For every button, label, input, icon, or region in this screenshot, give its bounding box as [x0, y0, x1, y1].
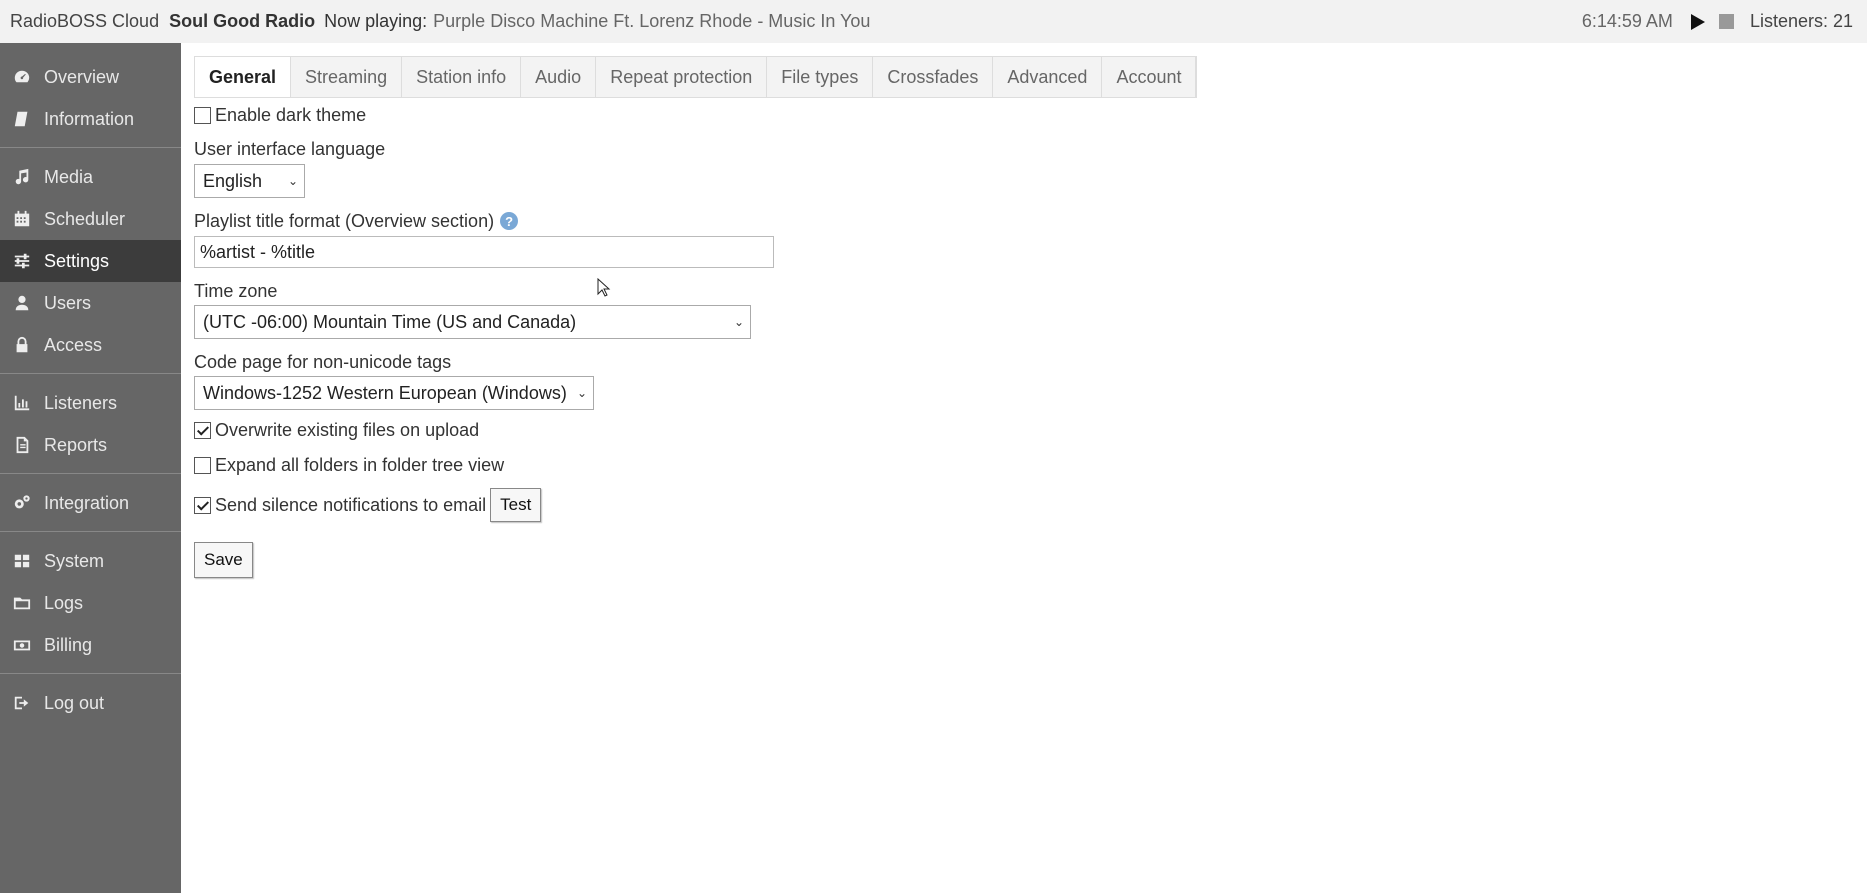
- language-value: English: [203, 170, 263, 191]
- sidebar-item-label: Reports: [44, 434, 108, 455]
- playlist-format-label-row: Playlist title format (Overview section)…: [194, 208, 1197, 234]
- sidebar-divider: [0, 373, 181, 374]
- timezone-select[interactable]: (UTC -06:00) Mountain Time (US and Canad…: [194, 305, 751, 339]
- mouse-cursor-icon: [597, 278, 611, 297]
- sidebar-item-settings[interactable]: Settings: [0, 240, 181, 282]
- sidebar-item-label: Media: [44, 166, 94, 187]
- tab-audio[interactable]: Audio: [521, 57, 597, 97]
- music-note-icon: [0, 168, 44, 186]
- sidebar-item-label: Logs: [44, 592, 84, 613]
- codepage-label: Code page for non-unicode tags: [194, 351, 452, 372]
- chevron-down-icon: ⌄: [733, 315, 744, 329]
- user-icon: [0, 294, 44, 312]
- test-button[interactable]: Test: [490, 488, 542, 522]
- sidebar: Overview Information Media Scheduler Set…: [0, 43, 181, 893]
- sidebar-item-label: Overview: [44, 66, 120, 87]
- sidebar-item-users[interactable]: Users: [0, 282, 181, 324]
- gears-icon: [0, 494, 44, 512]
- codepage-select[interactable]: Windows-1252 Western European (Windows) …: [194, 376, 594, 410]
- play-icon[interactable]: [1690, 13, 1705, 30]
- grid-icon: [0, 552, 44, 570]
- sidebar-item-label: Information: [44, 108, 135, 129]
- dark-theme-row: Enable dark theme: [194, 101, 1197, 129]
- language-select[interactable]: English ⌄: [194, 164, 305, 198]
- tab-general[interactable]: General: [195, 57, 292, 97]
- sign-out-icon: [0, 694, 44, 712]
- tab-repeat-protection[interactable]: Repeat protection: [596, 57, 768, 97]
- sidebar-item-scheduler[interactable]: Scheduler: [0, 198, 181, 240]
- expand-folders-checkbox[interactable]: [194, 456, 211, 474]
- calendar-icon: [0, 210, 44, 228]
- silence-row: Send silence notifications to email Test: [194, 488, 1197, 522]
- tab-file-types[interactable]: File types: [767, 57, 874, 97]
- sidebar-item-listeners[interactable]: Listeners: [0, 382, 181, 424]
- silence-checkbox[interactable]: [194, 496, 211, 514]
- clock: 6:14:59 AM: [1581, 11, 1673, 31]
- silence-label: Send silence notifications to email: [215, 494, 487, 515]
- tab-streaming[interactable]: Streaming: [291, 57, 403, 97]
- timezone-label: Time zone: [194, 280, 278, 301]
- sidebar-item-label: Log out: [44, 692, 105, 713]
- tab-advanced[interactable]: Advanced: [993, 57, 1103, 97]
- sidebar-item-access[interactable]: Access: [0, 324, 181, 366]
- playlist-format-input[interactable]: %artist - %title: [194, 236, 774, 268]
- sidebar-divider: [0, 473, 181, 474]
- sidebar-item-logout[interactable]: Log out: [0, 682, 181, 724]
- help-icon[interactable]: ?: [500, 212, 519, 230]
- sidebar-item-overview[interactable]: Overview: [0, 56, 181, 98]
- sidebar-item-label: Billing: [44, 634, 93, 655]
- expand-row: Expand all folders in folder tree view: [194, 451, 1197, 479]
- app-brand: RadioBOSS Cloud: [10, 11, 160, 31]
- sidebar-item-label: Access: [44, 334, 103, 355]
- top-bar: RadioBOSS Cloud Soul Good Radio Now play…: [0, 0, 1867, 43]
- sidebar-divider: [0, 673, 181, 674]
- sliders-icon: [0, 252, 44, 270]
- sidebar-item-label: System: [44, 550, 105, 571]
- now-playing-track: Purple Disco Machine Ft. Lorenz Rhode - …: [433, 11, 871, 31]
- book-icon: [0, 110, 44, 128]
- money-icon: [0, 636, 44, 654]
- chevron-down-icon: ⌄: [576, 386, 587, 400]
- tab-crossfades[interactable]: Crossfades: [873, 57, 994, 97]
- tab-station-info[interactable]: Station info: [402, 57, 522, 97]
- codepage-value: Windows-1252 Western European (Windows): [203, 382, 567, 403]
- listeners-count: Listeners: 21: [1749, 11, 1853, 31]
- tab-account[interactable]: Account: [1102, 57, 1197, 97]
- dark-theme-label: Enable dark theme: [215, 104, 367, 125]
- sidebar-item-media[interactable]: Media: [0, 156, 181, 198]
- bar-chart-icon: [0, 394, 44, 412]
- sidebar-item-system[interactable]: System: [0, 540, 181, 582]
- sidebar-item-label: Users: [44, 292, 92, 313]
- sidebar-divider: [0, 147, 181, 148]
- language-label: User interface language: [194, 138, 386, 159]
- sidebar-item-logs[interactable]: Logs: [0, 582, 181, 624]
- station-name: Soul Good Radio: [169, 11, 316, 31]
- sidebar-item-label: Listeners: [44, 392, 118, 413]
- timezone-value: (UTC -06:00) Mountain Time (US and Canad…: [203, 311, 577, 332]
- report-icon: [0, 436, 44, 454]
- stop-icon[interactable]: [1718, 14, 1734, 29]
- expand-folders-label: Expand all folders in folder tree view: [215, 454, 505, 475]
- sidebar-item-label: Scheduler: [44, 208, 126, 229]
- dark-theme-checkbox[interactable]: [194, 106, 211, 124]
- settings-content: General Streaming Station info Audio Rep…: [194, 56, 1198, 578]
- overwrite-row: Overwrite existing files on upload: [194, 416, 1197, 444]
- overwrite-label: Overwrite existing files on upload: [215, 419, 480, 440]
- sidebar-item-label: Settings: [44, 250, 110, 271]
- lock-icon: [0, 336, 44, 354]
- playlist-format-label: Playlist title format (Overview section): [194, 210, 495, 231]
- sidebar-item-label: Integration: [44, 492, 130, 513]
- settings-tabs: General Streaming Station info Audio Rep…: [194, 56, 1198, 98]
- save-button[interactable]: Save: [194, 542, 253, 578]
- dashboard-icon: [0, 68, 44, 86]
- sidebar-item-reports[interactable]: Reports: [0, 424, 181, 466]
- chevron-down-icon: ⌄: [287, 174, 298, 188]
- folder-icon: [0, 594, 44, 612]
- overwrite-checkbox[interactable]: [194, 421, 211, 439]
- sidebar-item-information[interactable]: Information: [0, 98, 181, 140]
- now-playing-label: Now playing:: [324, 11, 428, 31]
- sidebar-divider: [0, 531, 181, 532]
- sidebar-item-integration[interactable]: Integration: [0, 482, 181, 524]
- sidebar-item-billing[interactable]: Billing: [0, 624, 181, 666]
